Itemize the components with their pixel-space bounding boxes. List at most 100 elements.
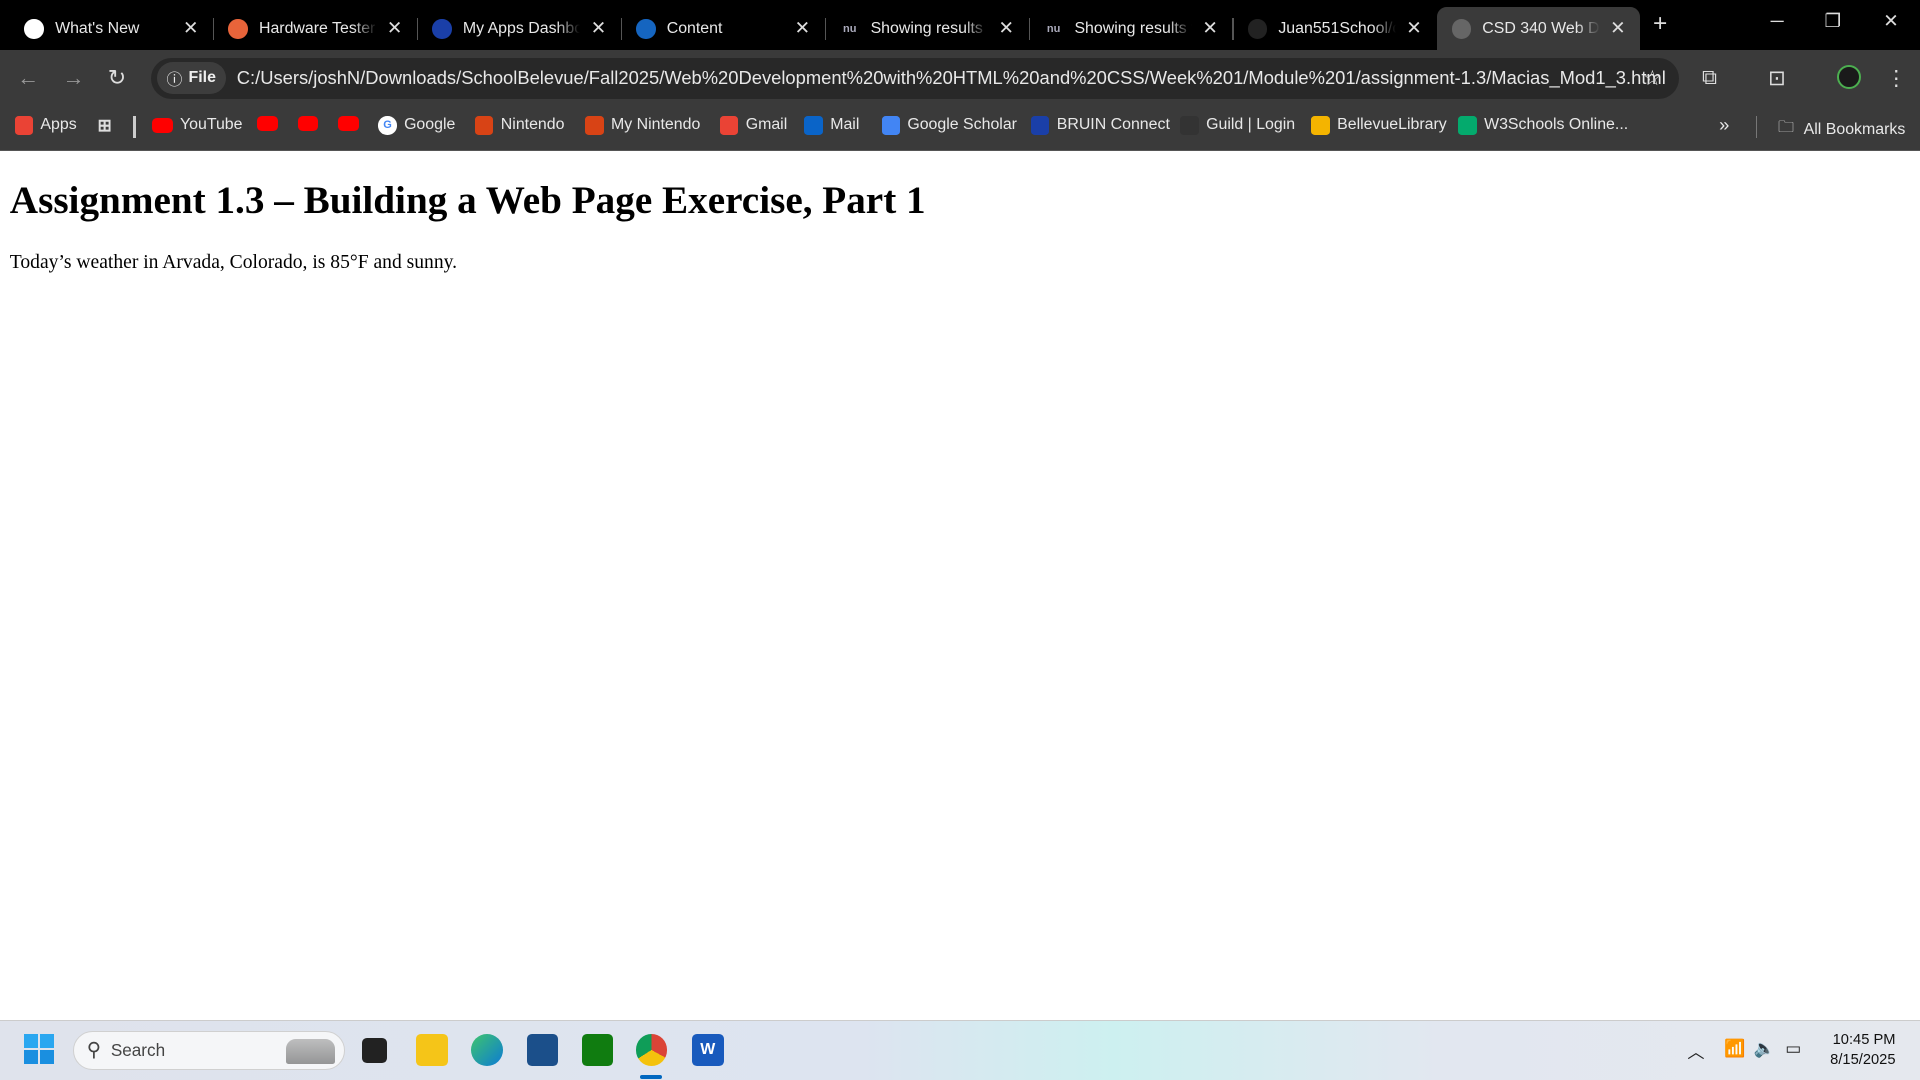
menu-kebab-icon[interactable]: ⋮	[1886, 66, 1907, 91]
edge-icon[interactable]	[471, 1034, 504, 1067]
close-tab-icon[interactable]: ✕	[591, 17, 606, 39]
all-bookmarks-label: All Bookmarks	[1803, 120, 1906, 138]
bookmark-bellevuelibrary[interactable]: BellevueLibrary	[1311, 116, 1447, 135]
search-icon: ⚲	[86, 1039, 102, 1062]
page-content: Assignment 1.3 – Building a Web Page Exe…	[0, 150, 1920, 1020]
tab-2[interactable]: Hardware Tester ✕	[214, 7, 419, 50]
tab-5[interactable]: nu Showing results for ✕	[825, 7, 1030, 50]
guild-icon	[1180, 116, 1199, 135]
bookmark-label: Mail	[830, 116, 860, 134]
taskbar: ⚲ Search W ︿ 📶 🔈 ▭ 10:45 PM 8/15/2025	[0, 1020, 1920, 1080]
bookmark-label: YouTube	[179, 116, 243, 134]
close-tab-icon[interactable]: ✕	[1202, 17, 1217, 39]
tab-4[interactable]: Content ✕	[621, 7, 826, 50]
bookmark-google-scholar[interactable]: Google Scholar	[881, 116, 1017, 135]
tab-1[interactable]: What's New ✕	[10, 7, 215, 50]
close-tab-icon[interactable]: ✕	[1406, 17, 1421, 39]
search-highlight-image	[285, 1039, 335, 1064]
close-window-button[interactable]: ✕	[1883, 10, 1898, 32]
close-tab-icon[interactable]: ✕	[998, 17, 1013, 39]
bookmark-star-icon[interactable]: ☆	[1643, 66, 1662, 91]
word-icon[interactable]: W	[691, 1034, 724, 1067]
bookmark-youtube[interactable]	[257, 116, 285, 131]
tab-6[interactable]: nu Showing results for ✕	[1029, 7, 1234, 50]
outlook-icon	[804, 116, 823, 135]
bookmark-tab-groups[interactable]: ⊞	[96, 115, 122, 135]
bookmark-gmail[interactable]: Gmail	[720, 116, 787, 135]
tab-title: Juan551School/csd	[1278, 19, 1396, 37]
new-tab-button[interactable]: +	[1653, 10, 1667, 38]
back-button[interactable]: ←	[17, 65, 39, 91]
bookmark-youtube[interactable]	[337, 116, 366, 131]
bookmark-google[interactable]: G Google	[378, 116, 455, 135]
divider	[1755, 116, 1758, 139]
tab-title: Hardware Tester	[258, 19, 376, 37]
extensions-icon[interactable]: ⧉	[1702, 66, 1717, 90]
mario-icon	[475, 116, 494, 135]
volume-icon[interactable]: 🔈	[1753, 1038, 1774, 1059]
all-bookmarks-button[interactable]: 🗀 All Bookmarks	[1778, 116, 1905, 143]
taskbar-search[interactable]: ⚲ Search	[73, 1030, 346, 1070]
tab-8[interactable]: CSD 340 Web Development ✕	[1436, 7, 1641, 51]
search-placeholder: Search	[110, 1039, 166, 1060]
nu-icon: nu	[1046, 22, 1061, 35]
info-icon: ⓘ	[166, 71, 183, 89]
bookmark-youtube[interactable]: YouTube	[151, 116, 243, 134]
active-indicator	[640, 1074, 663, 1079]
tab-title: CSD 340 Web Development	[1482, 19, 1600, 37]
bookmark-label: W3Schools Online...	[1484, 116, 1629, 134]
browser-toolbar: ← → ↻ ⓘ File C:/Users/joshN/Downloads/Sch…	[0, 50, 1920, 106]
bookmark-w3schools-online[interactable]: W3Schools Online...	[1458, 116, 1629, 135]
bookmark-my-nintendo[interactable]: My Nintendo	[585, 116, 700, 135]
clock[interactable]: 10:45 PM 8/15/2025	[1830, 1030, 1895, 1072]
close-tab-icon[interactable]: ✕	[1610, 17, 1625, 39]
battery-charging-icon[interactable]: ▭	[1785, 1038, 1801, 1059]
page-heading: Assignment 1.3 – Building a Web Page Exe…	[9, 178, 926, 222]
close-tab-icon[interactable]: ✕	[183, 17, 198, 39]
gmail-icon	[720, 116, 739, 135]
clock-time: 10:45 PM	[1832, 1031, 1896, 1048]
restore-button[interactable]: ❐	[1824, 10, 1840, 32]
profile-avatar[interactable]	[1836, 64, 1862, 90]
microsoft-store-icon[interactable]	[526, 1034, 559, 1067]
task-view-icon[interactable]	[362, 1038, 387, 1063]
github-icon	[1247, 18, 1268, 39]
show-hidden-icons-chevron-icon[interactable]: ︿	[1687, 1038, 1704, 1063]
url-text[interactable]: C:/Users/joshN/Downloads/SchoolBelevue/F…	[237, 67, 1666, 89]
windows-start-icon[interactable]	[24, 1034, 54, 1064]
youtube-icon	[257, 116, 278, 131]
bookmark-nintendo[interactable]: Nintendo	[475, 116, 564, 135]
tab-title: My Apps Dashboard	[462, 19, 581, 37]
tab-title: Showing results for	[870, 19, 989, 37]
reload-button[interactable]: ↻	[108, 65, 126, 91]
tab-7[interactable]: Juan551School/csd ✕	[1233, 7, 1436, 50]
tab-search-icon[interactable]: ⊡	[1768, 66, 1785, 91]
forward-button[interactable]: →	[62, 65, 84, 91]
bookmark-guild-login[interactable]: Guild | Login	[1180, 116, 1295, 135]
tab-groups-icon: ⊞	[97, 115, 112, 135]
google-icon: G	[378, 116, 397, 135]
tab-strip: What's New ✕ Hardware Tester ✕ My Apps Dashb…	[0, 0, 1920, 51]
close-tab-icon[interactable]: ✕	[387, 17, 402, 39]
bookmark-mail[interactable]: Mail	[804, 116, 860, 135]
divider	[133, 116, 136, 139]
close-tab-icon[interactable]: ✕	[795, 17, 810, 39]
file-explorer-icon[interactable]	[416, 1034, 449, 1067]
site-info-chip[interactable]: ⓘ File	[156, 62, 226, 95]
more-bookmarks-chevron-icon[interactable]: »	[1719, 114, 1729, 136]
globe-icon	[1451, 18, 1472, 39]
library-icon	[1311, 116, 1330, 135]
mario-icon	[585, 116, 604, 135]
bookmark-bruin-connect[interactable]: BRUIN Connect	[1031, 116, 1170, 135]
wifi-icon[interactable]: 📶	[1724, 1038, 1745, 1059]
apps-grid-icon	[14, 116, 34, 135]
clock-date: 8/15/2025	[1830, 1052, 1896, 1069]
address-bar[interactable]: ⓘ File C:/Users/joshN/Downloads/SchoolBel…	[150, 57, 1679, 100]
bookmark-youtube[interactable]	[297, 116, 326, 131]
chrome-icon	[24, 18, 45, 39]
bookmark-apps[interactable]: Apps	[14, 116, 77, 135]
minimize-button[interactable]: ─	[1771, 10, 1784, 32]
xbox-icon[interactable]	[581, 1034, 614, 1067]
tab-3[interactable]: My Apps Dashboard ✕	[418, 7, 623, 50]
chrome-taskbar-icon[interactable]	[635, 1034, 668, 1067]
